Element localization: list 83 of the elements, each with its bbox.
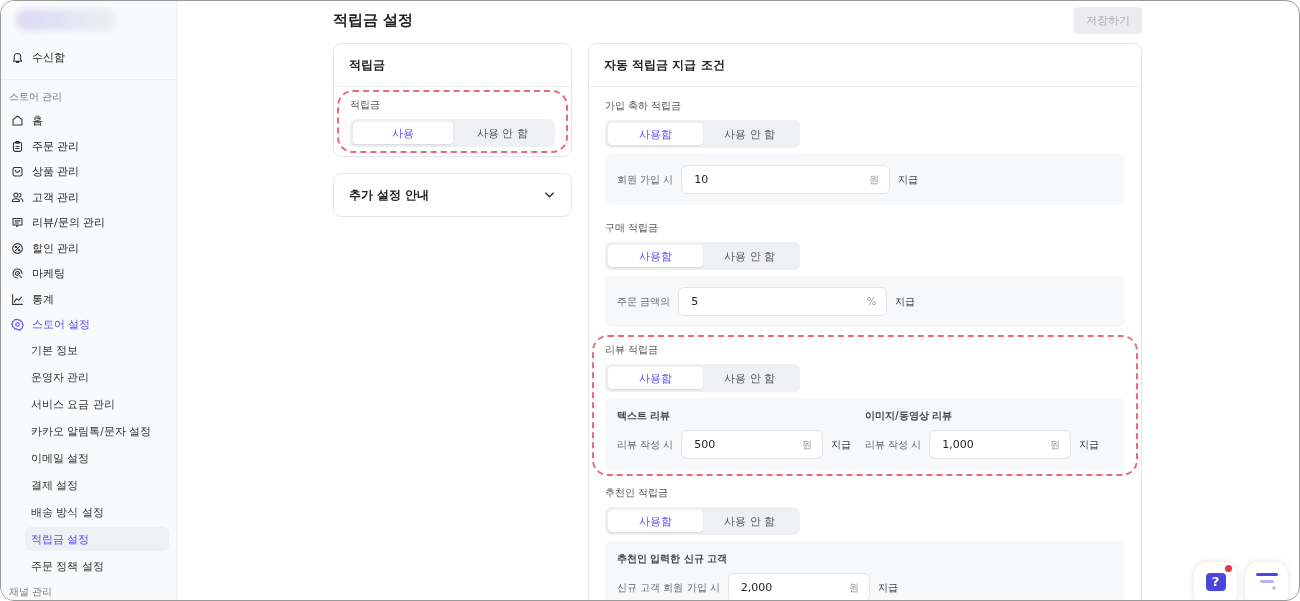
suffix-text: 지급 bbox=[831, 437, 852, 452]
nav-subitem[interactable]: 서비스 요금 관리 bbox=[25, 391, 169, 416]
section-label: 가입 축하 적립금 bbox=[605, 99, 683, 113]
section-title: 채널 관리 bbox=[8, 584, 54, 599]
bag-icon bbox=[11, 165, 24, 179]
item-label: 마케팅 bbox=[32, 266, 65, 282]
amount-field[interactable]: 10 원 bbox=[681, 165, 891, 194]
amount-field[interactable]: 2,000 원 bbox=[727, 573, 870, 600]
section-title: 스토어 관리 bbox=[8, 90, 64, 104]
option-button[interactable]: 사용 안 함 bbox=[702, 245, 797, 267]
field-label: 회원 가입 시 bbox=[617, 172, 674, 187]
item-label: 할인 관리 bbox=[32, 240, 80, 256]
nav-subitem[interactable]: 주문 정책 설정 bbox=[25, 553, 169, 578]
lines-icon bbox=[1254, 572, 1279, 592]
field-label: 신규 고객 회원 가입 시 bbox=[617, 580, 720, 595]
option-button[interactable]: 사용함 bbox=[608, 245, 703, 267]
nav-item[interactable]: 리뷰/문의 관리 bbox=[8, 210, 169, 236]
field-label: 리뷰 작성 시 bbox=[617, 437, 674, 452]
section-label: 리뷰 적립금 bbox=[605, 343, 660, 357]
menu-button[interactable] bbox=[1245, 562, 1288, 600]
guide-card[interactable]: 추가 설정 안내 bbox=[333, 173, 572, 217]
nav-subitem[interactable]: 운영자 관리 bbox=[25, 364, 169, 389]
amount-field[interactable]: 500 원 bbox=[681, 430, 824, 459]
users-icon bbox=[11, 190, 24, 204]
suffix-text: 지급 bbox=[877, 580, 898, 595]
nav-subitem[interactable]: 이메일 설정 bbox=[25, 445, 169, 470]
item-label: 스토어 설정 bbox=[32, 317, 91, 333]
chart-icon bbox=[11, 292, 24, 306]
item-label: 홈 bbox=[32, 113, 43, 129]
target-icon bbox=[11, 267, 24, 281]
card-title: 적립금 bbox=[334, 44, 571, 87]
nav-subitem[interactable]: 카카오 알림톡/문자 설정 bbox=[25, 418, 169, 443]
card-title: 자동 적립금 지급 조건 bbox=[589, 44, 1141, 87]
item-label: 수신함 bbox=[32, 49, 65, 65]
item-label: 상품 관리 bbox=[32, 164, 80, 180]
suffix-text: 지급 bbox=[1079, 437, 1100, 452]
section-label: 구매 적립금 bbox=[605, 221, 660, 235]
page-title: 적립금 설정 bbox=[333, 10, 414, 30]
option-button[interactable]: 사용함 bbox=[608, 123, 703, 145]
help-button[interactable]: ? bbox=[1194, 562, 1237, 600]
nav-item[interactable]: 할인 관리 bbox=[8, 235, 169, 261]
group-title: 추천인 입력한 신규 고객 bbox=[617, 552, 729, 566]
nav-subitem[interactable]: 배송 방식 설정 bbox=[25, 499, 169, 524]
item-label: 고객 관리 bbox=[32, 189, 80, 205]
home-icon bbox=[11, 114, 24, 128]
option-button[interactable]: 사용 bbox=[353, 122, 453, 144]
item-label: 주문 관리 bbox=[32, 138, 80, 154]
nav-subitem[interactable]: 기본 정보 bbox=[25, 337, 169, 362]
field-label: 적립금 bbox=[350, 98, 381, 112]
percent-icon bbox=[11, 241, 24, 255]
suffix-text: 지급 bbox=[895, 294, 916, 309]
section-label: 추천인 적립금 bbox=[605, 486, 670, 500]
card-title: 추가 설정 안내 bbox=[349, 186, 430, 204]
nav-subitem[interactable]: 결제 설정 bbox=[25, 472, 169, 497]
option-button[interactable]: 사용 안 함 bbox=[702, 367, 797, 389]
option-button[interactable]: 사용함 bbox=[608, 367, 703, 389]
chat-icon bbox=[11, 216, 24, 230]
settings-icon bbox=[11, 318, 24, 332]
inbox-item[interactable]: 수신함 bbox=[8, 43, 169, 71]
item-label: 리뷰/문의 관리 bbox=[32, 215, 106, 231]
option-button[interactable]: 사용 안 함 bbox=[702, 510, 797, 532]
nav-item[interactable]: 상품 관리 bbox=[8, 159, 169, 185]
group-title: 이미지/동영상 리뷰 bbox=[865, 409, 954, 423]
item-label: 통계 bbox=[32, 291, 54, 307]
nav-item[interactable]: 홈 bbox=[8, 108, 169, 134]
nav-subitem[interactable]: 적립금 설정 bbox=[25, 526, 169, 551]
suffix-text: 지급 bbox=[898, 172, 919, 187]
bell-icon bbox=[11, 50, 24, 64]
field-label: 리뷰 작성 시 bbox=[865, 437, 922, 452]
clipboard-icon bbox=[11, 139, 24, 153]
field-label: 주문 금액의 bbox=[617, 294, 671, 309]
amount-field[interactable]: 5 % bbox=[678, 287, 888, 316]
nav-item[interactable]: 고객 관리 bbox=[8, 184, 169, 210]
amount-field[interactable]: 1,000 원 bbox=[929, 430, 1072, 459]
help-bubble-icon: ? bbox=[1205, 573, 1226, 591]
option-button[interactable]: 사용 안 함 bbox=[702, 123, 797, 145]
option-button[interactable]: 사용함 bbox=[608, 510, 703, 532]
option-button[interactable]: 사용 안 함 bbox=[452, 122, 552, 144]
group-title: 텍스트 리뷰 bbox=[617, 409, 672, 423]
nav-item[interactable]: 스토어 설정 bbox=[8, 312, 169, 338]
nav-item[interactable]: 통계 bbox=[8, 286, 169, 312]
nav-item[interactable]: 마케팅 bbox=[8, 261, 169, 287]
nav-item[interactable]: 주문 관리 bbox=[8, 133, 169, 159]
